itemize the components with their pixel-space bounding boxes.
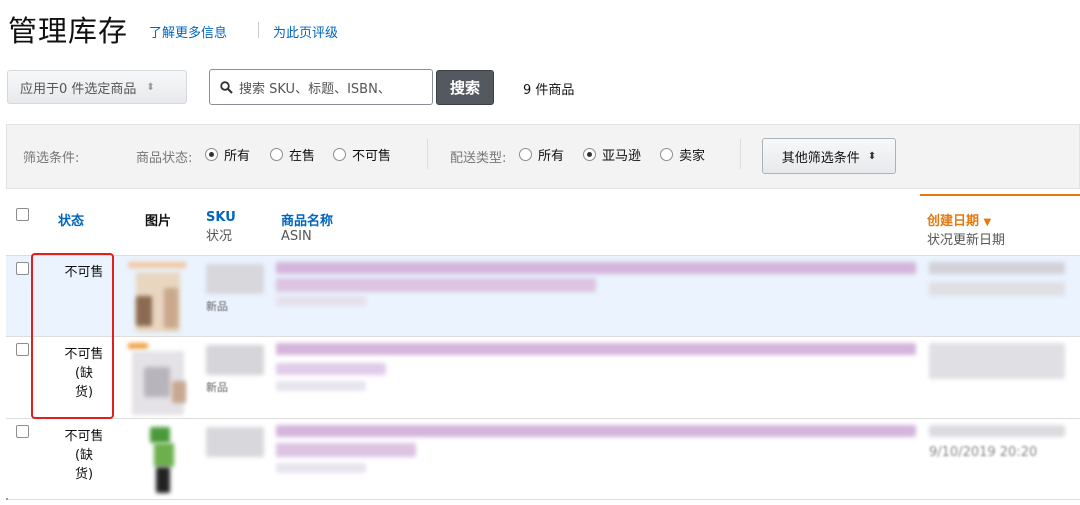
- filter-divider: [427, 139, 428, 169]
- status-filter-inactive[interactable]: 不可售: [333, 145, 391, 164]
- column-status-updated-label: 状况更新日期: [927, 233, 1006, 248]
- condition-text: 新品: [206, 381, 228, 394]
- column-asin-label: ASIN: [281, 229, 312, 244]
- more-filters-label: 其他筛选条件: [781, 150, 860, 166]
- column-condition-label: 状况: [206, 229, 233, 244]
- product-thumbnail[interactable]: [126, 341, 190, 415]
- search-button[interactable]: 搜索: [436, 70, 494, 105]
- bulk-action-label: 应用于0 件选定商品: [20, 81, 137, 97]
- corner-dot: [6, 498, 8, 500]
- radio-label: 所有: [538, 149, 565, 164]
- page-title: 管理库存: [8, 14, 129, 48]
- row-checkbox[interactable]: [16, 343, 29, 356]
- table-row[interactable]: 不可售 (缺 货) 9/10/2019 20:20: [6, 419, 1080, 500]
- column-status[interactable]: 状态: [58, 210, 84, 229]
- radio-label: 卖家: [679, 149, 706, 164]
- radio-label: 在售: [289, 149, 316, 164]
- search-input[interactable]: 搜索 SKU、标题、ISBN、: [209, 69, 433, 105]
- radio-button[interactable]: [270, 148, 283, 161]
- fulfillment-filter-merchant[interactable]: 卖家: [660, 145, 705, 164]
- radio-button[interactable]: [660, 148, 673, 161]
- bulk-action-select[interactable]: 应用于0 件选定商品 ⬍: [7, 70, 187, 104]
- highlight-box: [31, 253, 114, 419]
- filter-divider: [740, 139, 741, 169]
- table-row[interactable]: 不可售 新品: [6, 256, 1080, 337]
- radio-label: 亚马逊: [602, 149, 642, 164]
- fulfillment-filter-all[interactable]: 所有: [519, 145, 564, 164]
- filter-label: 筛选条件:: [23, 151, 80, 166]
- filter-bar: 筛选条件: 商品状态: 所有 在售 不可售 配送类型: 所有 亚马逊 卖家 其他…: [6, 124, 1080, 189]
- column-product-name[interactable]: 商品名称 ASIN: [281, 210, 333, 244]
- product-thumbnail[interactable]: [126, 423, 190, 497]
- rate-page-link[interactable]: 为此页评级: [273, 22, 338, 41]
- select-all-checkbox[interactable]: [16, 208, 29, 221]
- table-header: 状态 图片 SKU 状况 商品名称 ASIN 创建日期 ▼ 状况更新日期: [6, 194, 1080, 256]
- search-placeholder: 搜索 SKU、标题、ISBN、: [239, 81, 391, 97]
- status-filter-active[interactable]: 在售: [270, 145, 315, 164]
- item-count: 9 件商品: [523, 83, 575, 98]
- sort-desc-icon: ▼: [983, 217, 992, 228]
- row-checkbox[interactable]: [16, 425, 29, 438]
- radio-label: 所有: [224, 149, 251, 164]
- listing-status-label: 商品状态:: [136, 151, 193, 166]
- column-image: 图片: [145, 214, 172, 229]
- column-product-name-label: 商品名称: [281, 214, 334, 229]
- radio-button[interactable]: [333, 148, 346, 161]
- learn-more-link[interactable]: 了解更多信息: [149, 22, 227, 41]
- column-date-created-label: 创建日期: [927, 214, 980, 229]
- product-thumbnail[interactable]: [126, 260, 190, 334]
- select-arrows-icon: ⬍: [146, 81, 155, 93]
- fulfillment-filter-amazon[interactable]: 亚马逊: [583, 145, 641, 164]
- status-filter-all[interactable]: 所有: [205, 145, 250, 164]
- status-update-date: 9/10/2019 20:20: [929, 445, 1038, 460]
- condition-text: 新品: [206, 300, 228, 313]
- table-row[interactable]: 不可售 (缺 货) 新品: [6, 337, 1080, 419]
- radio-button[interactable]: [583, 148, 596, 161]
- fulfillment-label: 配送类型:: [450, 151, 507, 166]
- radio-label: 不可售: [352, 149, 392, 164]
- row-checkbox[interactable]: [16, 262, 29, 275]
- column-sku-label: SKU: [206, 210, 236, 225]
- radio-button[interactable]: [205, 148, 218, 161]
- sort-indicator-bar: [920, 194, 1080, 196]
- header-divider: [258, 22, 259, 38]
- search-icon: [220, 80, 233, 94]
- column-date-created[interactable]: 创建日期 ▼ 状况更新日期: [927, 210, 1005, 248]
- select-arrows-icon: ⬍: [867, 150, 877, 162]
- column-sku[interactable]: SKU 状况: [206, 210, 236, 244]
- radio-button[interactable]: [519, 148, 532, 161]
- status-text: 不可售 (缺 货): [64, 429, 104, 482]
- more-filters-button[interactable]: 其他筛选条件 ⬍: [762, 138, 896, 174]
